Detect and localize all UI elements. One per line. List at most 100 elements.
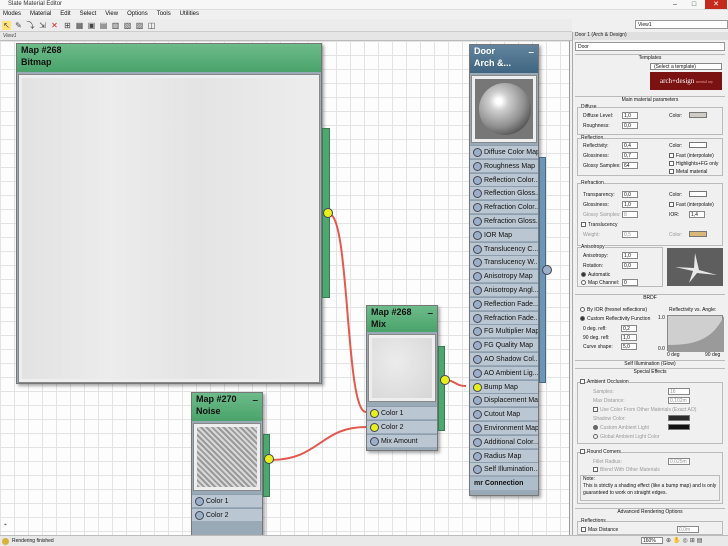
select-tool-icon[interactable]: ↖	[2, 21, 11, 30]
slot-socket[interactable]	[473, 451, 482, 461]
ao-maxdist-spinner[interactable]: 0,102m	[668, 397, 690, 404]
door-slot[interactable]: Reflection Fade...	[470, 296, 538, 310]
slot-socket[interactable]	[473, 382, 482, 392]
door-slot[interactable]: Refraction Gloss...	[470, 214, 538, 227]
ao-ambient-swatch[interactable]	[668, 424, 690, 430]
slot-socket[interactable]	[473, 437, 482, 447]
door-slot[interactable]: Diffuse Color Map	[470, 145, 538, 158]
door-output-socket[interactable]	[542, 265, 552, 275]
menu-options[interactable]: Options	[124, 10, 152, 17]
highlights-checkbox[interactable]	[669, 161, 674, 166]
hide-unused-icon[interactable]: ▦	[75, 21, 84, 30]
slot-socket[interactable]	[473, 299, 482, 309]
material-id-icon[interactable]: ▨	[135, 21, 144, 30]
menu-select[interactable]: Select	[77, 10, 101, 17]
slot-socket[interactable]	[473, 161, 482, 171]
door-slot[interactable]: Radius Map	[470, 448, 538, 462]
mix-output-socket[interactable]	[440, 375, 450, 385]
ao-shadow-swatch[interactable]	[668, 415, 690, 421]
door-slot[interactable]: FG Quality Map	[470, 338, 538, 352]
ao-use-color-checkbox[interactable]	[593, 407, 598, 412]
round-corners-checkbox[interactable]	[580, 449, 585, 454]
door-material-node[interactable]: Door Arch &... – Diffuse Color Map Roughn…	[469, 44, 539, 496]
door-slot[interactable]: Additional Color...	[470, 434, 538, 448]
show-map-icon[interactable]: ▣	[87, 21, 96, 30]
refl-samples-spinner[interactable]: 64	[622, 162, 638, 169]
slot-socket[interactable]	[473, 368, 482, 378]
custom-refl-radio[interactable]	[580, 316, 585, 321]
refr-samples-spinner[interactable]: 8	[622, 211, 638, 218]
refl-fast-checkbox[interactable]	[669, 153, 674, 158]
minimize-button[interactable]: –	[666, 0, 684, 9]
door-slot[interactable]: Refraction Color...	[470, 200, 538, 214]
ior-spinner[interactable]: 1,4	[689, 211, 705, 218]
mix-slot-color1[interactable]: Color 1	[367, 406, 437, 419]
noise-output-tab[interactable]	[263, 434, 270, 497]
noise-output-socket[interactable]	[264, 454, 274, 464]
noise-node[interactable]: Map #270 Noise – Color 1 Color 2	[191, 392, 263, 535]
mix-node-header[interactable]: Map #268 Mix –	[367, 306, 437, 332]
template-select[interactable]: (Select a template)	[650, 63, 722, 70]
translucency-color-swatch[interactable]	[689, 231, 707, 237]
layout-children-icon[interactable]: ▧	[123, 21, 132, 30]
main-params-header[interactable]: Main material parameters	[575, 97, 725, 103]
door-slot[interactable]: IOR Map	[470, 227, 538, 241]
self-illum-header[interactable]: Self Illumination (Glow)	[575, 361, 725, 367]
mr-connection-rollout[interactable]: mr Connection	[470, 477, 538, 490]
collapse-icon[interactable]: –	[427, 308, 433, 319]
refl-glossiness-spinner[interactable]: 0,7	[622, 152, 638, 159]
slot-socket[interactable]	[473, 258, 482, 268]
menu-utilities[interactable]: Utilities	[177, 10, 203, 17]
menu-modes[interactable]: Modes	[0, 10, 25, 17]
layout-all-icon[interactable]: ▥	[111, 21, 120, 30]
diffuse-color-swatch[interactable]	[689, 112, 707, 118]
close-button[interactable]: ✕	[705, 0, 727, 9]
map-channel-spinner[interactable]: 0	[622, 279, 638, 286]
door-slot[interactable]: Anisotropy Map	[470, 269, 538, 283]
delete-icon[interactable]: ✕	[50, 21, 59, 30]
menu-edit[interactable]: Edit	[57, 10, 74, 17]
slot-socket[interactable]	[473, 230, 482, 240]
refl-color-swatch[interactable]	[689, 142, 707, 148]
max-distance-checkbox[interactable]	[581, 527, 586, 532]
menu-tools[interactable]: Tools	[154, 10, 175, 17]
move-children-icon[interactable]: ⊞	[63, 21, 72, 30]
brdf-header[interactable]: BRDF	[575, 295, 725, 301]
door-slot[interactable]: Reflection Color...	[470, 172, 538, 186]
ao-samples-spinner[interactable]: 16	[668, 388, 690, 395]
refr-fast-checkbox[interactable]	[669, 202, 674, 207]
noise-node-header[interactable]: Map #270 Noise –	[192, 393, 262, 421]
slot-socket[interactable]	[473, 272, 482, 282]
door-slot[interactable]: FG Multiplier Map	[470, 324, 538, 338]
bitmap-node[interactable]: Map #268 Bitmap	[16, 43, 322, 384]
door-slot[interactable]: Roughness Map	[470, 158, 538, 172]
menu-view[interactable]: View	[102, 10, 122, 17]
view-selector[interactable]: View1	[635, 20, 728, 29]
maximize-button[interactable]: □	[685, 0, 703, 9]
pick-material-icon[interactable]: ✎	[14, 21, 23, 30]
slot-socket[interactable]	[473, 286, 482, 295]
translucency-checkbox[interactable]	[581, 222, 586, 227]
slot-socket[interactable]	[473, 424, 482, 433]
door-slot[interactable]: Anisotropy Angl...	[470, 283, 538, 296]
material-name-field[interactable]: Door	[575, 42, 725, 51]
slot-socket[interactable]	[473, 396, 482, 406]
advanced-header[interactable]: Advanced Rendering Options	[575, 509, 725, 515]
door-slot[interactable]: Reflection Gloss...	[470, 186, 538, 200]
door-slot[interactable]: Refraction Fade...	[470, 310, 538, 324]
mix-output-tab[interactable]	[438, 346, 445, 431]
slot-socket[interactable]	[473, 313, 482, 323]
slot-socket[interactable]	[473, 217, 482, 226]
parameter-editor-icon[interactable]: ◫	[147, 21, 156, 30]
slot-socket[interactable]	[473, 355, 482, 364]
collapse-icon[interactable]: –	[528, 47, 534, 58]
slot-socket[interactable]	[473, 244, 482, 254]
mix-node[interactable]: Map #268 Mix – Color 1 Color 2 Mix Amoun…	[366, 305, 438, 451]
map-channel-radio[interactable]	[581, 280, 586, 285]
templates-header[interactable]: Templates	[575, 55, 725, 61]
door-node-header[interactable]: Door Arch &... –	[470, 45, 538, 73]
anisotropy-spinner[interactable]: 1,0	[622, 252, 638, 259]
slot-socket[interactable]	[473, 410, 482, 420]
deg0-spinner[interactable]: 0,2	[621, 325, 637, 332]
mix-slot-color2[interactable]: Color 2	[367, 420, 437, 433]
